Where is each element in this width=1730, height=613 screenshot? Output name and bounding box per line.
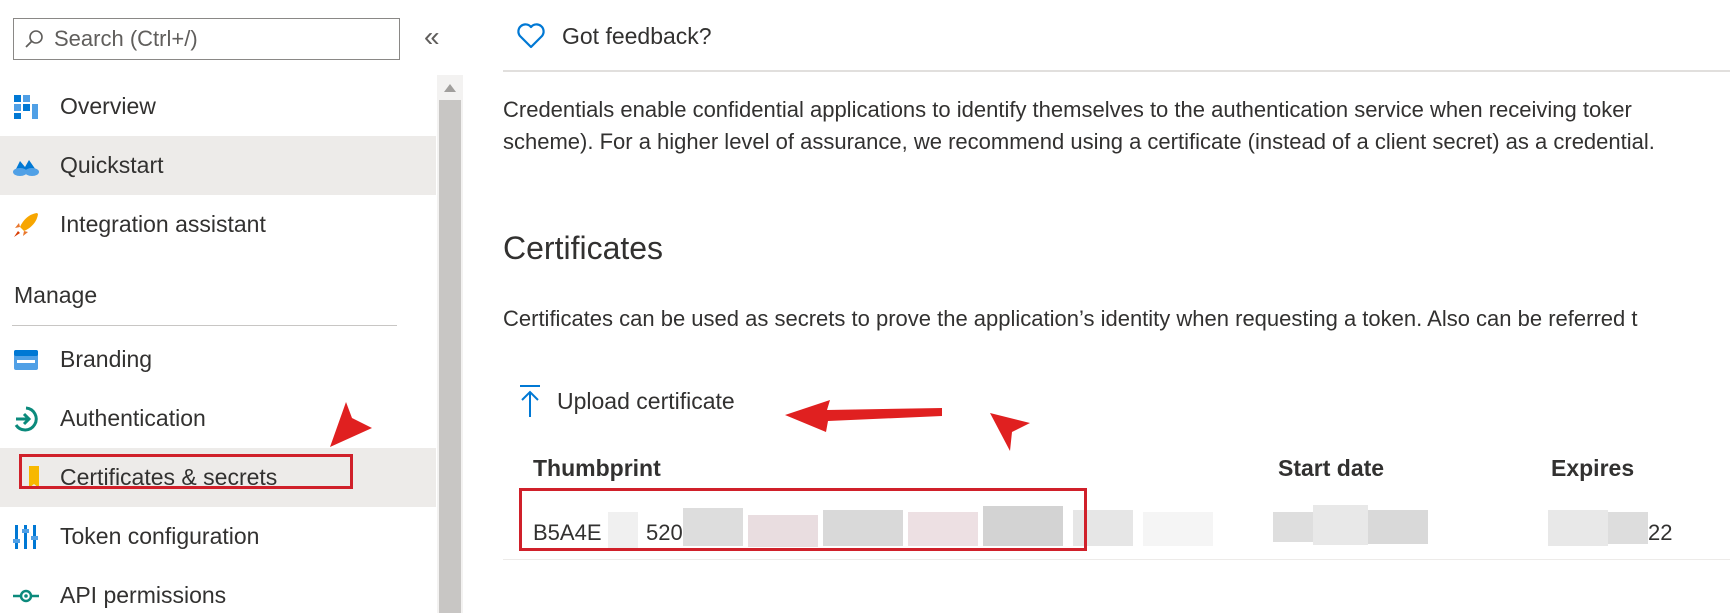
- column-header-start-date[interactable]: Start date: [1278, 455, 1384, 482]
- sidebar-item-label: Branding: [60, 346, 153, 372]
- sidebar-item-token-configuration[interactable]: Token configuration: [0, 507, 436, 566]
- sidebar-item-label: API permissions: [60, 582, 227, 608]
- manage-section-header: Manage: [14, 282, 98, 308]
- overview-icon: [12, 93, 40, 121]
- annotation-box-thumbprint: [519, 488, 1087, 551]
- feedback-button[interactable]: Got feedback?: [516, 22, 712, 50]
- branding-icon: [12, 346, 40, 374]
- search-box[interactable]: [13, 18, 400, 60]
- token-config-icon: [12, 523, 40, 551]
- collapse-sidebar-button[interactable]: «: [424, 22, 440, 52]
- sidebar-item-label: Token configuration: [60, 523, 260, 549]
- certificates-title: Certificates: [503, 230, 664, 266]
- section-divider: [12, 325, 397, 326]
- heart-icon: [517, 23, 545, 49]
- authentication-icon: [12, 405, 40, 433]
- api-permissions-icon: [12, 582, 40, 610]
- sidebar-item-integration-assistant[interactable]: Integration assistant: [0, 195, 436, 254]
- quickstart-icon: [12, 152, 40, 180]
- sidebar-item-label: Integration assistant: [60, 211, 266, 237]
- annotation-box-certificates-secrets: [19, 454, 353, 489]
- certificates-description: Certificates can be used as secrets to p…: [503, 306, 1638, 331]
- search-icon: [25, 30, 43, 48]
- credentials-description-line2: scheme). For a higher level of assurance…: [503, 129, 1655, 154]
- search-input[interactable]: [54, 26, 374, 52]
- scrollbar-thumb[interactable]: [439, 100, 461, 613]
- sidebar-item-overview[interactable]: Overview: [0, 77, 436, 136]
- upload-certificate-button[interactable]: Upload certificate: [519, 384, 735, 418]
- sidebar-item-api-permissions[interactable]: API permissions: [0, 566, 436, 613]
- sidebar-item-label: Overview: [60, 93, 156, 119]
- column-header-thumbprint[interactable]: Thumbprint: [533, 455, 661, 482]
- expires-value-end: 22: [1648, 520, 1673, 545]
- scroll-up-icon[interactable]: [444, 84, 456, 92]
- credentials-description-line1: Credentials enable confidential applicat…: [503, 97, 1632, 122]
- sidebar-item-label: Quickstart: [60, 152, 164, 178]
- header-divider: [503, 70, 1730, 72]
- sidebar-item-label: Authentication: [60, 405, 206, 431]
- sidebar: « Overview Quickstart: [0, 0, 463, 613]
- sidebar-item-quickstart[interactable]: Quickstart: [0, 136, 436, 195]
- sidebar-item-authentication[interactable]: Authentication: [0, 389, 436, 448]
- rocket-icon: [12, 211, 40, 239]
- sidebar-item-branding[interactable]: Branding: [0, 330, 436, 389]
- upload-icon: [520, 385, 540, 417]
- feedback-label: Got feedback?: [562, 22, 712, 49]
- upload-certificate-label: Upload certificate: [557, 387, 735, 414]
- column-header-expires[interactable]: Expires: [1551, 455, 1634, 482]
